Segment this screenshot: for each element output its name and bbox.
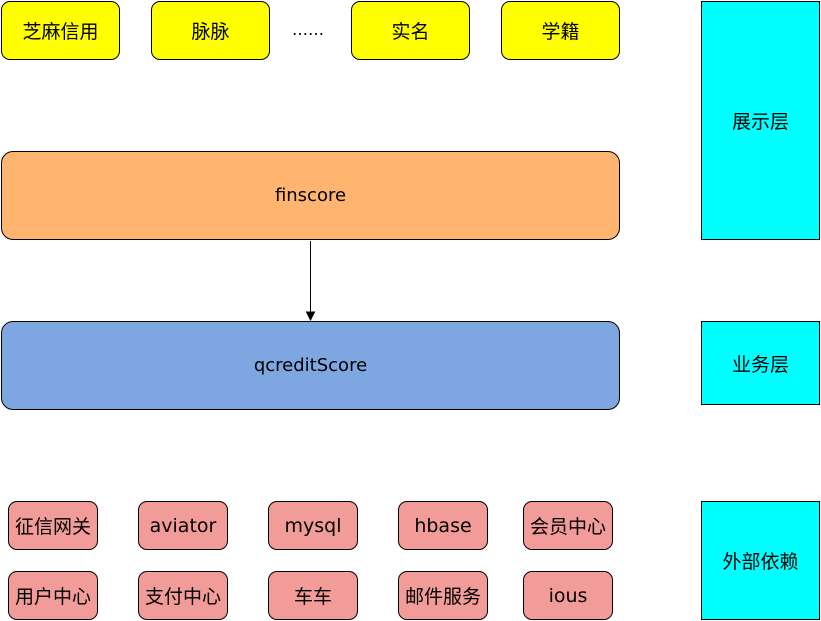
dependency-label: 支付中心 — [144, 586, 221, 608]
dependency-label: 邮件服务 — [404, 586, 481, 608]
dependency-box-hbase: hbase — [398, 501, 488, 550]
finscore-label: finscore — [274, 185, 347, 206]
finscore-box: finscore — [1, 151, 620, 240]
qcreditscore-box: qcreditScore — [1, 321, 620, 410]
presentation-box-realname: 实名 — [351, 1, 470, 60]
dependency-box-mail-service: 邮件服务 — [398, 571, 488, 620]
layer-label-business: 业务层 — [701, 321, 820, 405]
dependency-box-user-center: 用户中心 — [8, 571, 98, 620]
presentation-box-zhima: 芝麻信用 — [1, 1, 120, 60]
dependency-label: 征信网关 — [14, 516, 91, 538]
presentation-ellipsis: …… — [292, 20, 324, 39]
qcreditscore-label: qcreditScore — [253, 355, 368, 376]
dependency-box-aviator: aviator — [138, 501, 228, 550]
dependency-box-ious: ious — [523, 571, 613, 620]
dependency-label: 会员中心 — [529, 516, 606, 538]
presentation-box-label: 实名 — [391, 17, 430, 44]
dependency-box-credit-gateway: 征信网关 — [8, 501, 98, 550]
dependency-label: ious — [548, 584, 588, 607]
presentation-box-xueji: 学籍 — [501, 1, 620, 60]
presentation-box-label: 脉脉 — [191, 17, 230, 44]
layer-label-text: 展示层 — [731, 111, 789, 133]
layer-label-text: 外部依赖 — [722, 551, 799, 573]
dependency-label: mysql — [284, 514, 342, 537]
presentation-box-label: 学籍 — [541, 17, 580, 44]
dependency-label: hbase — [414, 514, 472, 537]
dependency-label: 用户中心 — [14, 586, 91, 608]
presentation-box-maimai: 脉脉 — [151, 1, 270, 60]
dependency-box-cheche: 车车 — [268, 571, 358, 620]
dependency-label: 车车 — [293, 586, 332, 608]
dependency-label: aviator — [149, 514, 217, 537]
layer-label-external: 外部依赖 — [701, 501, 820, 620]
dependency-box-member-center: 会员中心 — [523, 501, 613, 550]
dependency-box-payment-center: 支付中心 — [138, 571, 228, 620]
layer-label-text: 业务层 — [731, 353, 789, 376]
dependency-box-mysql: mysql — [268, 501, 358, 550]
presentation-box-label: 芝麻信用 — [22, 17, 99, 44]
layer-label-presentation: 展示层 — [701, 1, 820, 240]
